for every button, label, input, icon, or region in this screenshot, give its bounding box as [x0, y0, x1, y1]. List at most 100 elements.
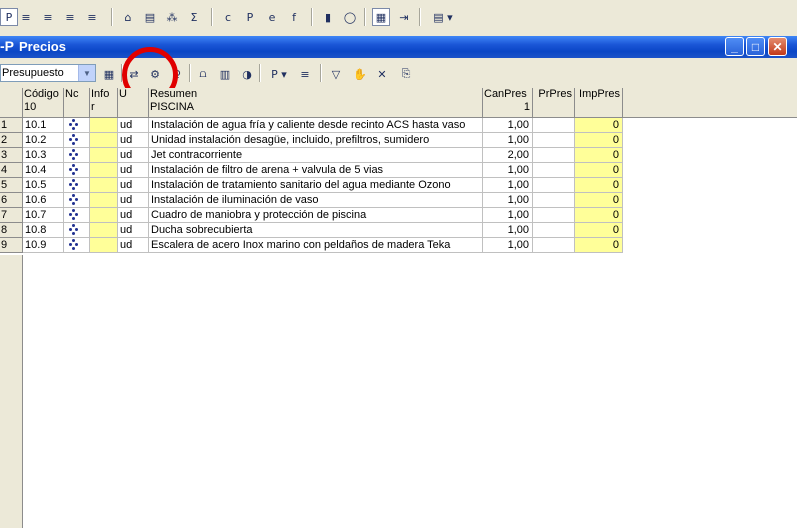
cell-info[interactable]: [90, 163, 118, 178]
cell-nc[interactable]: [64, 118, 90, 133]
cell-info[interactable]: [90, 238, 118, 253]
c-icon[interactable]: c: [220, 9, 236, 25]
row-number[interactable]: 1: [0, 118, 23, 133]
cell-canpres[interactable]: 1,00: [483, 178, 533, 193]
cell-resumen[interactable]: Instalación de agua fría y caliente desd…: [149, 118, 483, 133]
row-number[interactable]: 9: [0, 238, 23, 253]
cell-codigo[interactable]: 10.7: [23, 208, 64, 223]
cell-resumen[interactable]: Instalación de filtro de arena + valvula…: [149, 163, 483, 178]
row-number[interactable]: 8: [0, 223, 23, 238]
cell-codigo[interactable]: 10.3: [23, 148, 64, 163]
view-p-icon[interactable]: P: [0, 8, 18, 26]
cell-nc[interactable]: [64, 133, 90, 148]
cell-canpres[interactable]: 2,00: [483, 148, 533, 163]
cell-imppres[interactable]: 0: [575, 193, 623, 208]
cell-canpres[interactable]: 1,00: [483, 133, 533, 148]
cell-codigo[interactable]: 10.5: [23, 178, 64, 193]
tree-icon[interactable]: ⌂: [120, 9, 136, 25]
cell-imppres[interactable]: 0: [575, 178, 623, 193]
funnel-icon[interactable]: ▽: [328, 66, 344, 82]
cell-imppres[interactable]: 0: [575, 133, 623, 148]
close-button[interactable]: ✕: [768, 37, 787, 56]
cell-imppres[interactable]: 0: [575, 238, 623, 253]
cell-prpres[interactable]: [533, 238, 575, 253]
row-number[interactable]: 6: [0, 193, 23, 208]
cell-u[interactable]: ud: [118, 193, 149, 208]
cell-u[interactable]: ud: [118, 208, 149, 223]
cell-nc[interactable]: [64, 163, 90, 178]
cell-resumen[interactable]: Cuadro de maniobra y protección de pisci…: [149, 208, 483, 223]
cell-resumen[interactable]: Instalación de tratamiento sanitario del…: [149, 178, 483, 193]
cell-resumen[interactable]: Unidad instalación desagüe, incluido, pr…: [149, 133, 483, 148]
template-icon[interactable]: ▤: [142, 9, 158, 25]
cell-prpres[interactable]: [533, 178, 575, 193]
cell-canpres[interactable]: 1,00: [483, 118, 533, 133]
cell-u[interactable]: ud: [118, 133, 149, 148]
cell-canpres[interactable]: 1,00: [483, 208, 533, 223]
sigma-icon[interactable]: Σ: [186, 9, 202, 25]
cell-info[interactable]: [90, 148, 118, 163]
cell-resumen[interactable]: Jet contracorriente: [149, 148, 483, 163]
column-header-imppres[interactable]: ImpPres: [575, 88, 623, 118]
align-right-icon[interactable]: ≡: [40, 9, 56, 25]
menu-dropdown-icon[interactable]: ▤ ▾: [428, 9, 458, 25]
list-icon[interactable]: ≡: [297, 66, 313, 82]
view-select[interactable]: Presupuesto ▼: [0, 64, 96, 82]
column-icon[interactable]: ▮: [320, 9, 336, 25]
column-header-nc[interactable]: Nc: [64, 88, 90, 118]
row-number[interactable]: 3: [0, 148, 23, 163]
align-left-icon[interactable]: ≡: [62, 9, 78, 25]
cell-nc[interactable]: [64, 223, 90, 238]
cell-canpres[interactable]: 1,00: [483, 223, 533, 238]
cell-info[interactable]: [90, 178, 118, 193]
cell-canpres[interactable]: 1,00: [483, 163, 533, 178]
column-header-info[interactable]: Info r: [90, 88, 118, 118]
column-header-resumen[interactable]: Resumen PISCINA: [149, 88, 483, 118]
cell-u[interactable]: ud: [118, 238, 149, 253]
code-icon[interactable]: ⁂: [164, 9, 180, 25]
circle-icon[interactable]: ◯: [342, 9, 358, 25]
cell-u[interactable]: ud: [118, 148, 149, 163]
p-dropdown-icon[interactable]: P ▾: [265, 66, 293, 82]
align-justify-icon[interactable]: ≡: [18, 9, 34, 25]
cell-resumen[interactable]: Ducha sobrecubierta: [149, 223, 483, 238]
hierarchy-icon[interactable]: ⩍: [195, 66, 211, 82]
cell-canpres[interactable]: 1,00: [483, 193, 533, 208]
column-header-canpres[interactable]: CanPres 1: [483, 88, 533, 118]
table-icon[interactable]: ▦: [101, 66, 117, 82]
cell-prpres[interactable]: [533, 223, 575, 238]
cell-codigo[interactable]: 10.9: [23, 238, 64, 253]
cell-u[interactable]: ud: [118, 118, 149, 133]
cell-prpres[interactable]: [533, 133, 575, 148]
cell-nc[interactable]: [64, 238, 90, 253]
cell-info[interactable]: [90, 208, 118, 223]
cell-imppres[interactable]: 0: [575, 223, 623, 238]
row-number[interactable]: 2: [0, 133, 23, 148]
cell-nc[interactable]: [64, 193, 90, 208]
columns-icon[interactable]: ▥: [217, 66, 233, 82]
align-center-icon[interactable]: ≡: [84, 9, 100, 25]
contrast-icon[interactable]: ◑: [239, 66, 255, 82]
column-header-prpres[interactable]: PrPres: [533, 88, 575, 118]
cell-resumen[interactable]: Escalera de acero Inox marino con peldañ…: [149, 238, 483, 253]
cross-icon[interactable]: ✕: [374, 66, 390, 82]
copy-icon[interactable]: ⎘: [398, 66, 414, 82]
cell-codigo[interactable]: 10.1: [23, 118, 64, 133]
row-number[interactable]: 7: [0, 208, 23, 223]
row-number[interactable]: 4: [0, 163, 23, 178]
cell-imppres[interactable]: 0: [575, 148, 623, 163]
cell-imppres[interactable]: 0: [575, 163, 623, 178]
cell-resumen[interactable]: Instalación de iluminación de vaso: [149, 193, 483, 208]
cell-info[interactable]: [90, 193, 118, 208]
cell-imppres[interactable]: 0: [575, 208, 623, 223]
cell-u[interactable]: ud: [118, 163, 149, 178]
cell-prpres[interactable]: [533, 118, 575, 133]
cell-codigo[interactable]: 10.8: [23, 223, 64, 238]
hand-icon[interactable]: ✋: [352, 66, 368, 82]
cell-info[interactable]: [90, 223, 118, 238]
cell-nc[interactable]: [64, 178, 90, 193]
cell-codigo[interactable]: 10.2: [23, 133, 64, 148]
cell-codigo[interactable]: 10.4: [23, 163, 64, 178]
cell-prpres[interactable]: [533, 208, 575, 223]
cell-nc[interactable]: [64, 148, 90, 163]
